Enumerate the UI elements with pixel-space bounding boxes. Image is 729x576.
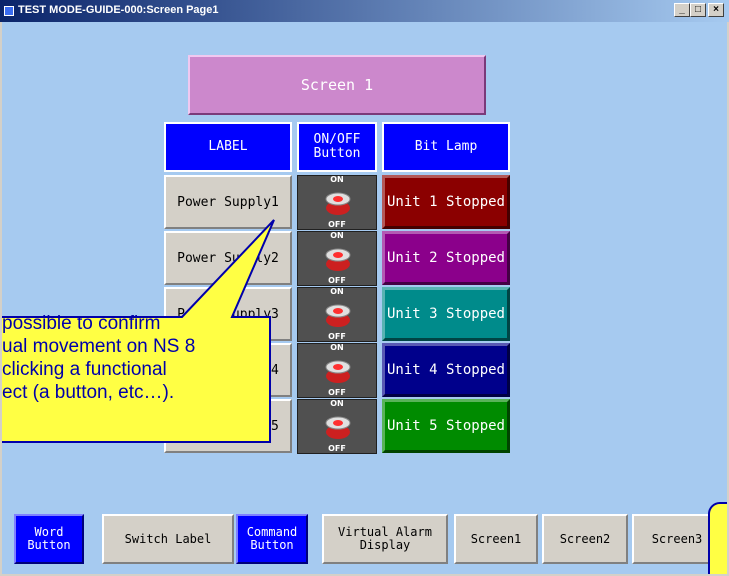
title-bar: TEST MODE-GUIDE-000:Screen Page1 _ □ ×	[0, 0, 729, 22]
word-button-nav[interactable]: Word Button	[14, 514, 84, 564]
app-window: TEST MODE-GUIDE-000:Screen Page1 _ □ × S…	[0, 0, 729, 576]
callout-bubble	[2, 219, 275, 443]
screen1-nav[interactable]: Screen1	[454, 514, 538, 564]
app-icon	[4, 6, 14, 16]
screen2-nav[interactable]: Screen2	[542, 514, 628, 564]
screen-canvas: Screen 1 LABEL ON/OFF Button Bit Lamp Po…	[2, 22, 727, 574]
callout-line: ect (a button, etc…).	[2, 382, 175, 403]
minimize-button[interactable]: _	[674, 3, 690, 17]
maximize-button[interactable]: □	[690, 3, 706, 17]
window-title: TEST MODE-GUIDE-000:Screen Page1	[18, 4, 219, 16]
callout-tab-right	[708, 502, 727, 574]
callout-line: possible to confirm	[2, 313, 161, 334]
callout-line: ual movement on NS 8	[2, 336, 196, 357]
command-button-nav[interactable]: Command Button	[236, 514, 308, 564]
close-button[interactable]: ×	[708, 3, 724, 17]
switch-label-nav[interactable]: Switch Label	[102, 514, 234, 564]
virtual-alarm-display-nav[interactable]: Virtual Alarm Display	[322, 514, 448, 564]
callout-text: possible to confirm ual movement on NS 8…	[2, 312, 282, 404]
callout-line: clicking a functional	[2, 359, 167, 380]
